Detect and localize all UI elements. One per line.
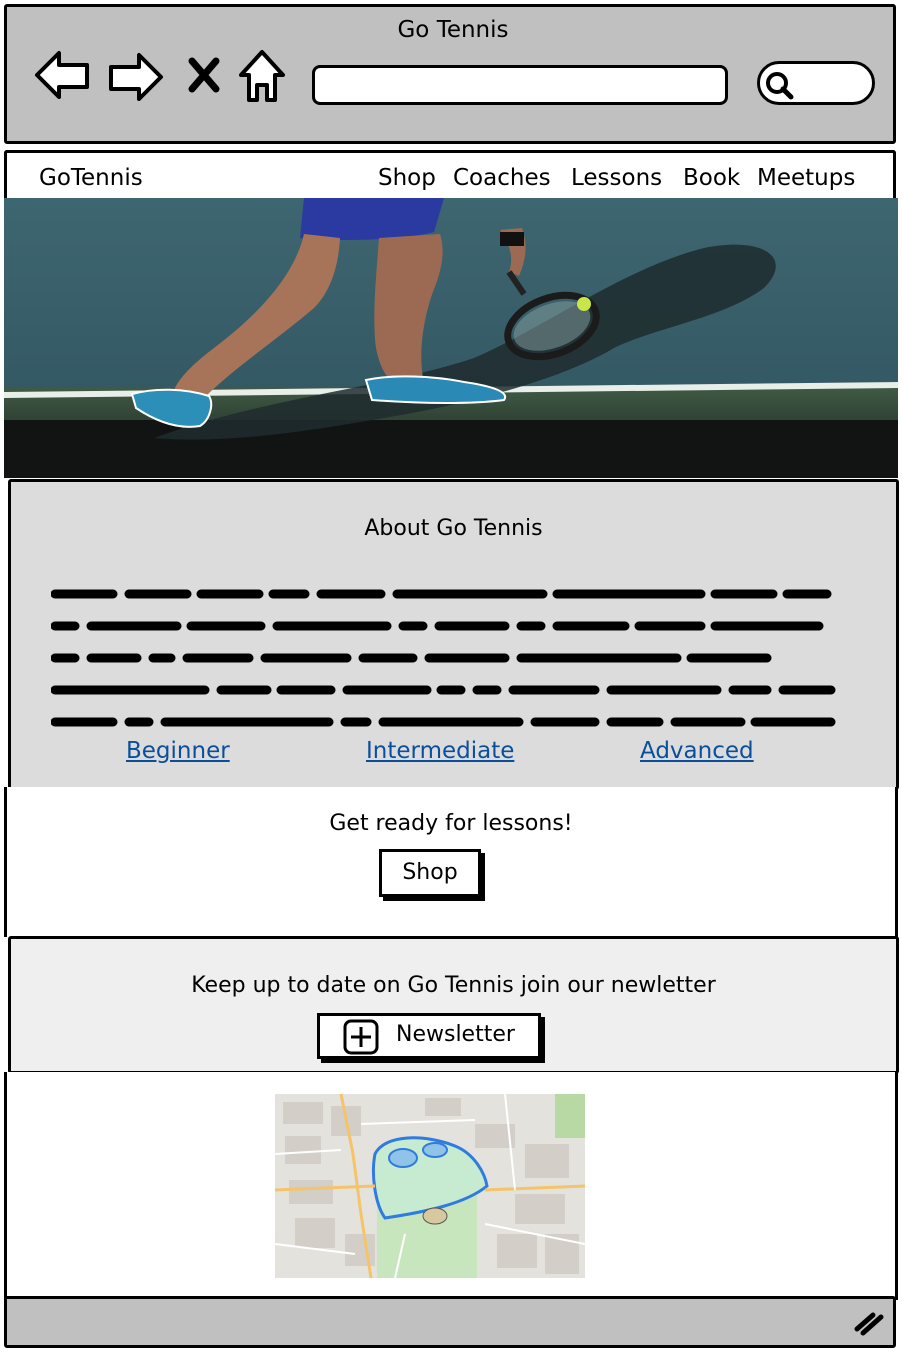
lessons-section: Get ready for lessons! Shop [4,787,898,937]
map-section [4,1072,898,1300]
about-section: About Go Tennis Beginner Intermediate Ad… [8,479,899,790]
browser-status-bar [4,1296,896,1348]
nav-link-meetups[interactable]: Meetups [757,165,855,191]
about-title: About Go Tennis [364,516,543,541]
nav-link-lessons[interactable]: Lessons [571,165,662,191]
shop-button[interactable]: Shop [379,849,481,897]
level-link-beginner[interactable]: Beginner [126,738,230,764]
nav-link-book[interactable]: Book [683,165,740,191]
newsletter-button-label: Newsletter [396,1022,515,1047]
back-arrow-icon[interactable] [33,49,91,101]
nav-link-shop[interactable]: Shop [378,165,436,191]
newsletter-text: Keep up to date on Go Tennis join our ne… [191,973,716,998]
address-bar[interactable] [312,65,728,105]
level-link-advanced[interactable]: Advanced [640,738,754,764]
window-title: Go Tennis [397,17,509,43]
forward-arrow-icon[interactable] [107,51,165,103]
hero-image [4,198,898,478]
home-icon[interactable] [237,47,287,105]
browser-search-box[interactable] [757,61,875,105]
browser-window-bar: Go Tennis [4,4,896,144]
site-logo[interactable]: GoTennis [39,165,143,191]
level-link-intermediate[interactable]: Intermediate [366,738,514,764]
close-x-icon[interactable] [187,57,221,93]
site-header: GoTennis Shop Coaches Lessons Book Meetu… [4,150,896,200]
nav-link-coaches[interactable]: Coaches [453,165,551,191]
search-icon [764,70,796,106]
resize-handle-icon[interactable] [853,1311,885,1341]
newsletter-section: Keep up to date on Go Tennis join our ne… [8,936,899,1074]
newsletter-button[interactable]: Newsletter [317,1013,541,1059]
lessons-text: Get ready for lessons! [329,811,573,836]
plus-box-icon [342,1018,380,1060]
placeholder-text-scribble [51,589,836,727]
location-map[interactable] [275,1094,585,1278]
